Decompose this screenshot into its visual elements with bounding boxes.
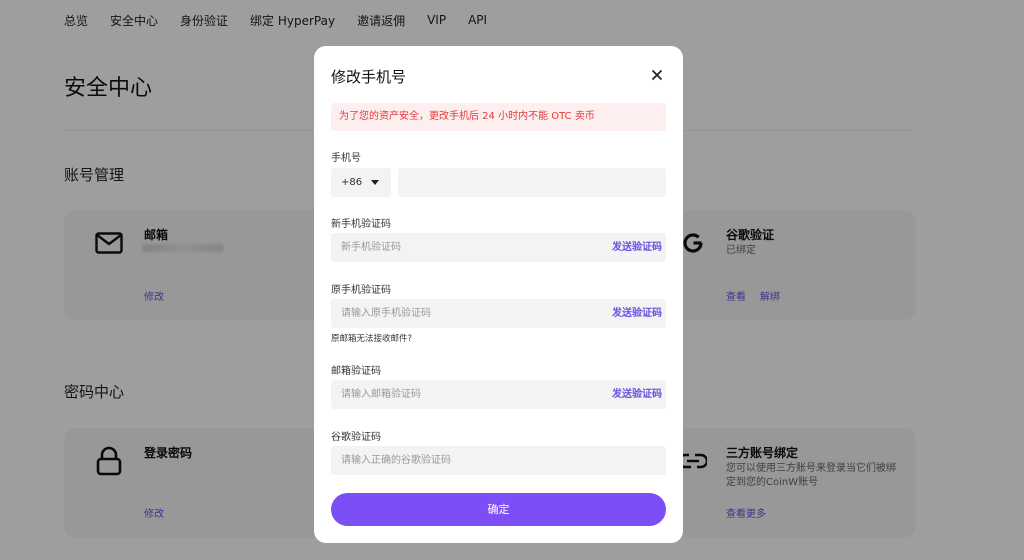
old-code-field: 发送验证码	[331, 299, 666, 328]
old-code-label: 原手机验证码	[331, 285, 391, 296]
email-code-label: 邮箱验证码	[331, 366, 381, 377]
change-phone-modal: 修改手机号 为了您的资产安全，更改手机后 24 小时内不能 OTC 卖币 手机号…	[314, 46, 683, 543]
phone-input[interactable]	[398, 168, 666, 197]
country-code-select[interactable]: +86	[331, 168, 391, 197]
send-old-code-button[interactable]: 发送验证码	[612, 299, 662, 328]
new-code-label: 新手机验证码	[331, 219, 391, 230]
modal-title: 修改手机号	[331, 68, 407, 86]
google-code-input[interactable]	[331, 446, 666, 475]
email-code-field: 发送验证码	[331, 380, 666, 409]
google-code-label: 谷歌验证码	[331, 432, 381, 443]
email-unavailable-link[interactable]: 原邮箱无法接收邮件?	[331, 332, 412, 344]
warning-banner: 为了您的资产安全，更改手机后 24 小时内不能 OTC 卖币	[331, 103, 666, 131]
phone-field[interactable]	[398, 168, 666, 197]
close-icon[interactable]	[648, 66, 666, 84]
google-code-field	[331, 446, 666, 475]
new-code-field: 发送验证码	[331, 233, 666, 262]
confirm-button[interactable]: 确定	[331, 493, 666, 526]
phone-label: 手机号	[331, 153, 361, 164]
country-code-value: +86	[341, 177, 363, 188]
caret-down-icon	[371, 180, 379, 185]
send-email-code-button[interactable]: 发送验证码	[612, 380, 662, 409]
send-new-code-button[interactable]: 发送验证码	[612, 233, 662, 262]
